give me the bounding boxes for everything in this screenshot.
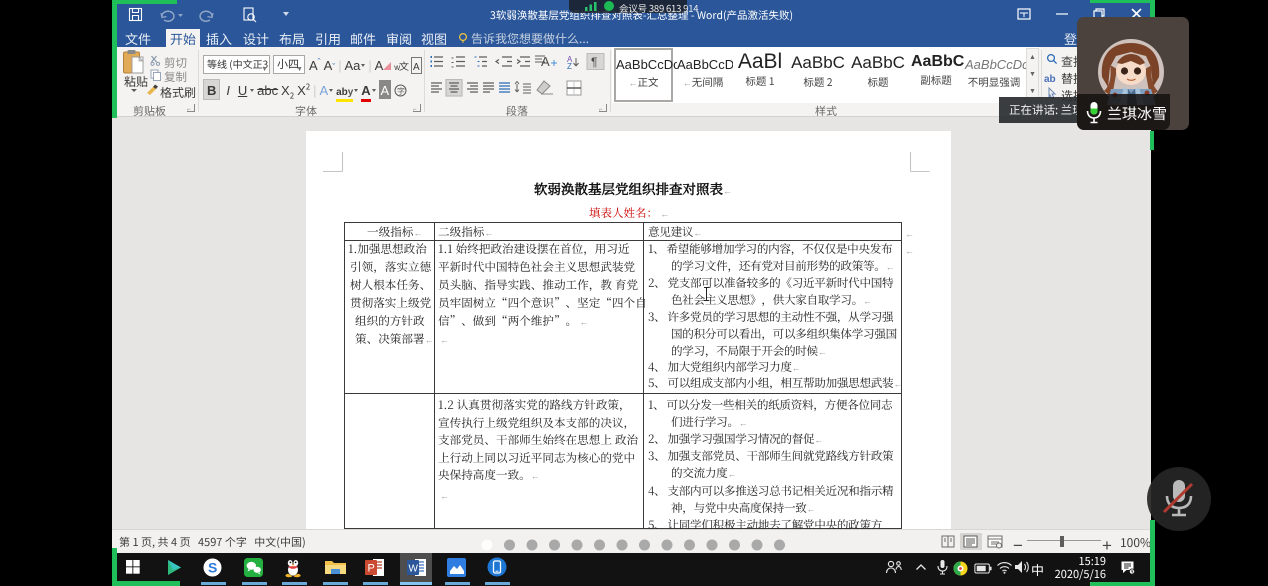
- svg-text:P: P: [368, 563, 375, 575]
- svg-text:Z: Z: [567, 62, 572, 70]
- svg-text:¶: ¶: [591, 55, 597, 69]
- svg-text:S: S: [208, 560, 217, 576]
- svg-text:W: W: [409, 564, 419, 575]
- svg-text:字: 字: [397, 86, 405, 97]
